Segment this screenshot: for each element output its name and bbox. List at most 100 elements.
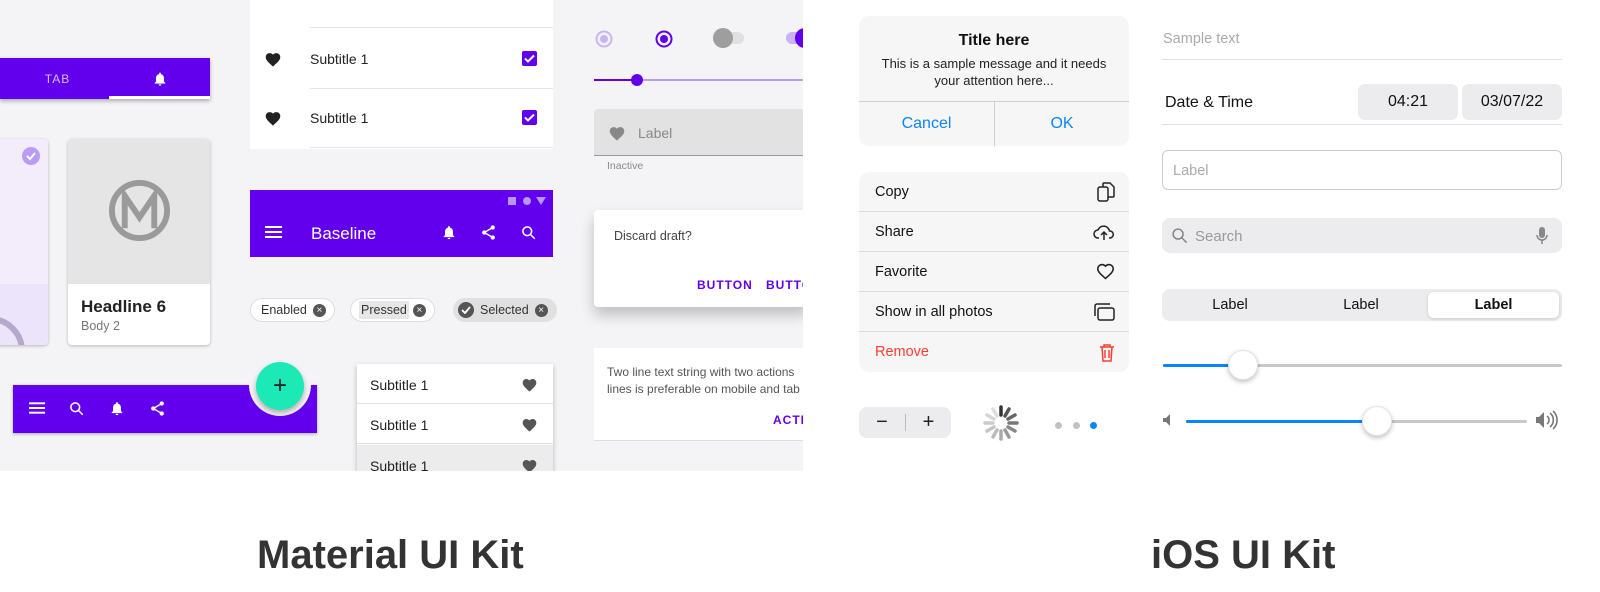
heart-icon[interactable] bbox=[521, 458, 538, 471]
stepper-decrement-button[interactable]: − bbox=[859, 407, 905, 438]
fab-add-button[interactable]: + bbox=[256, 362, 304, 410]
close-icon[interactable]: × bbox=[412, 303, 426, 317]
date-picker[interactable]: 03/07/22 bbox=[1462, 84, 1562, 120]
heart-icon[interactable] bbox=[521, 377, 538, 392]
divider bbox=[310, 27, 553, 28]
slider-thumb[interactable] bbox=[1361, 406, 1392, 436]
volume-slider[interactable] bbox=[1186, 406, 1527, 436]
cloud-upload-icon bbox=[1093, 224, 1114, 240]
chip-pressed[interactable]: Pressed × bbox=[350, 298, 435, 322]
ios-slider[interactable] bbox=[1163, 350, 1562, 380]
helper-text: Inactive bbox=[607, 160, 644, 172]
list-item-label: Subtitle 1 bbox=[310, 51, 369, 67]
ios-stepper: − + bbox=[859, 407, 951, 438]
menu-item-remove[interactable]: Remove bbox=[859, 332, 1129, 372]
material-slider[interactable] bbox=[594, 74, 803, 86]
close-icon[interactable]: × bbox=[534, 303, 548, 317]
dialog-text: Discard draft? bbox=[614, 229, 692, 243]
datetime-label: Date & Time bbox=[1165, 94, 1254, 111]
card-media bbox=[68, 139, 210, 284]
card-partial[interactable] bbox=[0, 139, 48, 345]
list-item[interactable]: Subtitle 1 bbox=[357, 404, 553, 444]
tab-label: TAB bbox=[44, 71, 71, 86]
page-dot[interactable] bbox=[1055, 422, 1062, 429]
banner-action[interactable]: ACTIO bbox=[773, 413, 803, 427]
photos-icon bbox=[1094, 302, 1115, 321]
list-item[interactable]: Subtitle 1 bbox=[250, 30, 553, 88]
menu-icon[interactable] bbox=[265, 226, 282, 238]
radio-disabled[interactable] bbox=[595, 30, 613, 48]
check-icon bbox=[524, 113, 535, 122]
material-logo-icon bbox=[108, 179, 171, 242]
status-triangle-icon bbox=[536, 197, 546, 205]
slider-thumb[interactable] bbox=[631, 74, 643, 86]
logo-partial-icon bbox=[0, 317, 25, 345]
menu-item-show-in-all-photos[interactable]: Show in all photos bbox=[859, 292, 1129, 332]
list-item-label: Subtitle 1 bbox=[370, 458, 429, 471]
stepper-increment-button[interactable]: + bbox=[906, 407, 951, 438]
alert-message-line-2: your attention here... bbox=[934, 73, 1054, 88]
media-card[interactable]: Headline 6 Body 2 bbox=[68, 139, 210, 345]
text-field-placeholder: Label bbox=[1173, 163, 1209, 179]
volume-low-icon bbox=[1163, 414, 1170, 426]
ios-context-menu: Copy Share Favorite Show in all photos R… bbox=[859, 172, 1129, 372]
menu-icon[interactable] bbox=[29, 402, 45, 414]
banner-line-1: Two line text string with two actions bbox=[607, 365, 795, 379]
heart-icon bbox=[265, 112, 281, 126]
switch-off-thumb[interactable] bbox=[713, 28, 733, 48]
switch-on-thumb[interactable] bbox=[795, 28, 803, 48]
checkbox[interactable] bbox=[522, 51, 537, 66]
divider bbox=[310, 147, 553, 148]
bell-icon[interactable] bbox=[441, 224, 457, 241]
microphone-icon[interactable] bbox=[1536, 226, 1548, 245]
bell-icon[interactable] bbox=[109, 400, 125, 417]
alert-cancel-button[interactable]: Cancel bbox=[859, 102, 994, 146]
time-picker[interactable]: 04:21 bbox=[1358, 84, 1458, 120]
list-item[interactable]: Subtitle 1 bbox=[250, 89, 553, 147]
dialog: Discard draft? BUTTON BUTTON bbox=[594, 210, 803, 307]
ios-text-field[interactable]: Label bbox=[1162, 150, 1562, 190]
share-icon[interactable] bbox=[480, 224, 497, 241]
search-icon[interactable] bbox=[69, 401, 84, 416]
checkbox[interactable] bbox=[522, 110, 537, 125]
chip-label: Selected bbox=[480, 303, 529, 317]
alert-ok-button[interactable]: OK bbox=[995, 102, 1129, 146]
segment-selected[interactable]: Label bbox=[1428, 292, 1559, 318]
filled-text-field[interactable]: Label bbox=[594, 109, 803, 156]
sample-text-field[interactable]: Sample text bbox=[1163, 31, 1240, 47]
ios-kit-title: iOS UI Kit bbox=[1151, 533, 1336, 577]
top-app-bar: Baseline bbox=[250, 190, 553, 257]
menu-item-copy[interactable]: Copy bbox=[859, 172, 1129, 212]
search-placeholder: Search bbox=[1195, 228, 1243, 245]
slider-fill bbox=[1186, 420, 1377, 423]
ios-segmented-control: Label Label Label bbox=[1162, 289, 1562, 321]
menu-item-share[interactable]: Share bbox=[859, 212, 1129, 252]
menu-item-favorite[interactable]: Favorite bbox=[859, 252, 1129, 292]
segment[interactable]: Label bbox=[1296, 292, 1426, 318]
copy-icon bbox=[1097, 181, 1115, 202]
heart-icon[interactable] bbox=[521, 417, 538, 432]
dialog-button[interactable]: BUTTON bbox=[697, 278, 753, 292]
tab-notifications[interactable] bbox=[109, 58, 210, 99]
list-item[interactable]: Subtitle 1 bbox=[357, 364, 553, 404]
close-icon[interactable]: × bbox=[312, 303, 326, 317]
material-kit-title: Material UI Kit bbox=[257, 533, 524, 577]
slider-thumb[interactable] bbox=[1227, 350, 1258, 380]
page-dot-active[interactable] bbox=[1090, 422, 1097, 429]
page-dot[interactable] bbox=[1073, 422, 1080, 429]
list-item-hover[interactable]: Subtitle 1 bbox=[357, 445, 553, 471]
chip-enabled[interactable]: Enabled × bbox=[250, 298, 335, 322]
radio-selected[interactable] bbox=[655, 30, 673, 48]
dialog-button[interactable]: BUTTON bbox=[766, 278, 803, 292]
segment[interactable]: Label bbox=[1165, 292, 1295, 318]
check-circle-icon[interactable] bbox=[22, 147, 40, 165]
tab-text[interactable]: TAB bbox=[0, 58, 109, 99]
chip-selected[interactable]: Selected × bbox=[453, 298, 557, 322]
ios-search-bar[interactable]: Search bbox=[1162, 218, 1562, 253]
share-icon[interactable] bbox=[149, 400, 166, 417]
trash-icon bbox=[1100, 343, 1114, 362]
menu-item-label: Favorite bbox=[875, 263, 928, 280]
menu-item-label: Share bbox=[875, 223, 914, 240]
search-icon[interactable] bbox=[521, 225, 536, 240]
bell-icon bbox=[154, 72, 165, 86]
